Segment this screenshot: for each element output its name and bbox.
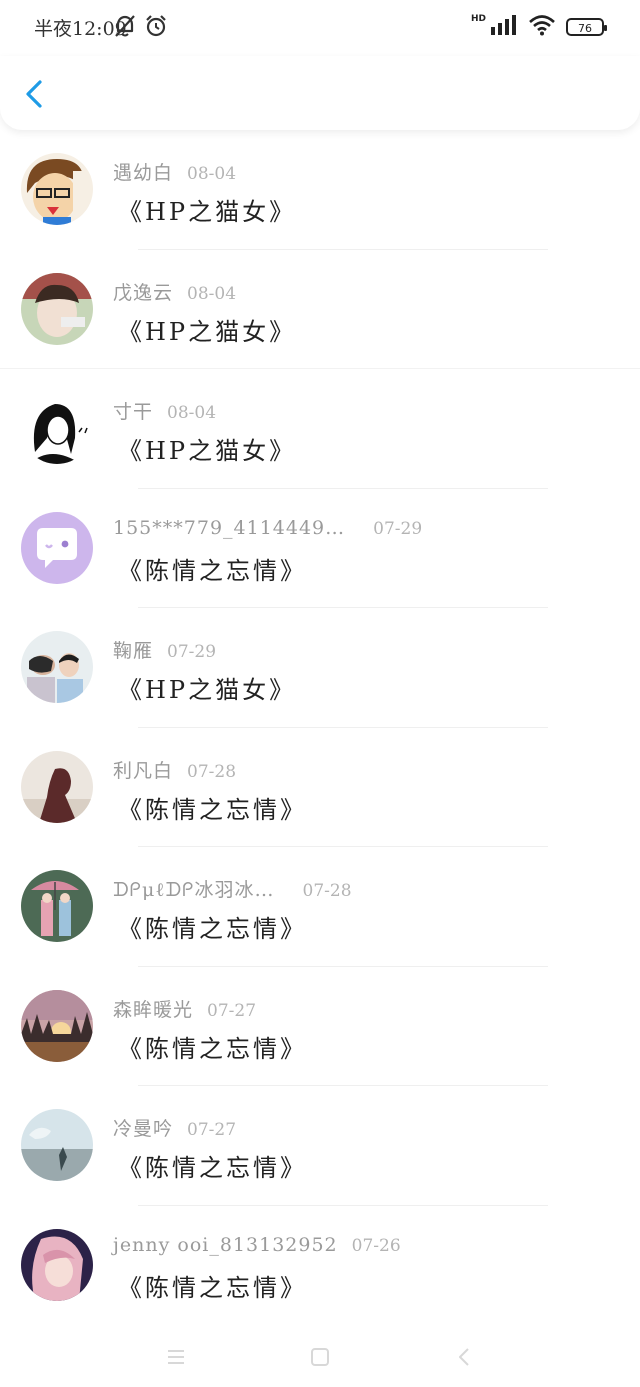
avatar[interactable] (21, 153, 93, 225)
whale-sky-avatar-icon (21, 1109, 93, 1181)
item-date: 07-28 (187, 761, 237, 782)
status-bar: 半夜12:09 HD 76 (0, 0, 640, 56)
list-item[interactable]: 利凡白 07-28 《陈情之忘情》 (0, 728, 640, 847)
couple-photo-avatar-icon (21, 631, 93, 703)
avatar[interactable] (21, 631, 93, 703)
item-date: 07-29 (373, 518, 423, 539)
avatar[interactable] (21, 870, 93, 942)
home-square-icon[interactable] (308, 1345, 332, 1369)
reader-list: 遇幼白 08-04 《HP之猫女》 戊逸云 08-04 《HP之猫女》 寸干 0… (0, 130, 640, 1325)
book-title: 《陈情之忘情》 (118, 556, 307, 585)
silhouette-girl-avatar-icon (21, 750, 93, 823)
item-meta: 鞠雁 07-29 (113, 636, 216, 662)
system-nav-bar (0, 1327, 640, 1387)
battery-icon: 76 (566, 18, 607, 36)
reader-name: jenny ooi_813132952 (113, 1233, 338, 1256)
status-icons-right: HD 76 (470, 14, 607, 40)
item-date: 07-27 (207, 1000, 257, 1021)
back-button[interactable] (20, 74, 52, 114)
top-header (0, 56, 640, 130)
back-triangle-icon[interactable] (452, 1345, 476, 1369)
reader-name: 森眸暖光 (113, 998, 194, 1021)
hd-label: HD (470, 14, 486, 24)
list-item[interactable]: ᗪᑭμℓᗪᑭ冰羽冰… 07-28 《陈情之忘情》 (0, 847, 640, 967)
mute-bell-icon (114, 14, 136, 42)
status-time: 半夜12:09 (34, 18, 127, 40)
wifi-icon (528, 14, 556, 40)
alarm-clock-icon (144, 14, 168, 42)
list-item[interactable]: 鞠雁 07-29 《HP之猫女》 (0, 608, 640, 728)
item-meta: 冷曼吟 07-27 (113, 1114, 236, 1140)
reader-name: 冷曼吟 (113, 1118, 174, 1140)
item-meta: 利凡白 07-28 (113, 756, 236, 782)
umbrella-couple-avatar-icon (21, 870, 93, 942)
item-meta: jenny ooi_813132952 07-26 (113, 1234, 401, 1260)
avatar[interactable] (21, 392, 93, 464)
reader-name: ᗪᑭμℓᗪᑭ冰羽冰… (113, 879, 275, 901)
item-date: 07-27 (187, 1120, 237, 1140)
avatar[interactable] (21, 511, 93, 584)
book-title: 《HP之猫女》 (118, 437, 297, 465)
menu-icon[interactable] (164, 1345, 188, 1369)
drawn-girl-avatar-icon (21, 392, 93, 464)
item-meta: 遇幼白 08-04 (113, 158, 236, 184)
list-item[interactable]: 冷曼吟 07-27 《陈情之忘情》 (0, 1086, 640, 1206)
item-date: 07-29 (167, 642, 217, 662)
hd-signal-icon (490, 14, 518, 40)
status-icons-left (114, 14, 168, 42)
default-chat-avatar-icon (21, 511, 93, 584)
anime-pink-hair-avatar-icon (21, 1228, 93, 1301)
book-title: 《陈情之忘情》 (118, 1154, 307, 1182)
item-date: 08-04 (167, 403, 217, 423)
item-meta: 森眸暖光 07-27 (113, 995, 256, 1021)
list-item[interactable]: jenny ooi_813132952 07-26 《陈情之忘情》 (0, 1206, 640, 1326)
item-meta: ᗪᑭμℓᗪᑭ冰羽冰… 07-28 (113, 875, 352, 901)
book-title: 《陈情之忘情》 (118, 1034, 307, 1063)
boy-photo-avatar-icon (21, 272, 93, 345)
list-item[interactable]: 戊逸云 08-04 《HP之猫女》 (0, 250, 640, 369)
reader-name: 戊逸云 (113, 281, 174, 304)
avatar[interactable] (21, 272, 93, 345)
item-date: 08-04 (187, 164, 237, 184)
list-item[interactable]: 森眸暖光 07-27 《陈情之忘情》 (0, 967, 640, 1086)
sunset-forest-avatar-icon (21, 989, 93, 1062)
item-date: 08-04 (187, 283, 237, 304)
reader-name: 鞠雁 (113, 640, 154, 662)
chevron-left-icon (26, 80, 42, 108)
book-title: 《陈情之忘情》 (118, 915, 307, 943)
avatar[interactable] (21, 1109, 93, 1181)
avatar[interactable] (21, 750, 93, 823)
item-meta: 戊逸云 08-04 (113, 278, 236, 304)
reader-name: 寸干 (113, 401, 154, 423)
reader-name: 155***779_4114449… (113, 516, 346, 539)
book-title: 《HP之猫女》 (118, 198, 297, 226)
item-meta: 155***779_4114449… 07-29 (113, 517, 422, 543)
reader-name: 遇幼白 (113, 162, 174, 184)
list-item[interactable]: 遇幼白 08-04 《HP之猫女》 (0, 130, 640, 250)
list-item[interactable]: 寸干 08-04 《HP之猫女》 (0, 369, 640, 489)
book-title: 《HP之猫女》 (118, 676, 297, 704)
avatar[interactable] (21, 989, 93, 1062)
list-item[interactable]: 155***779_4114449… 07-29 《陈情之忘情》 (0, 489, 640, 608)
reader-name: 利凡白 (113, 759, 174, 782)
avatar[interactable] (21, 1228, 93, 1301)
cartoon-glasses-avatar-icon (21, 153, 93, 225)
book-title: 《陈情之忘情》 (118, 1273, 307, 1302)
item-meta: 寸干 08-04 (113, 397, 216, 423)
book-title: 《陈情之忘情》 (118, 795, 307, 824)
item-date: 07-28 (302, 881, 352, 901)
book-title: 《HP之猫女》 (118, 317, 297, 346)
item-date: 07-26 (351, 1235, 401, 1256)
